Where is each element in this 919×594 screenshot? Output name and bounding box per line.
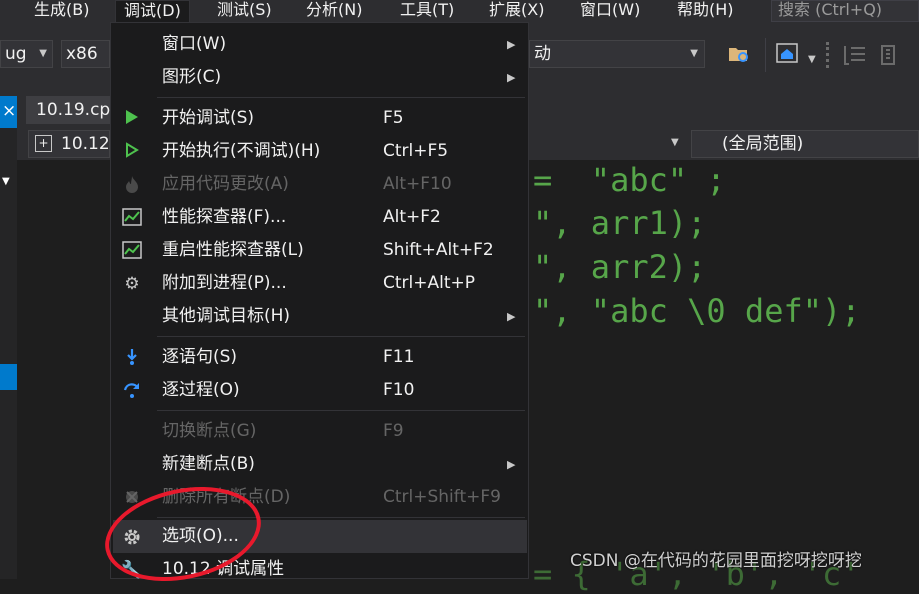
menu-item-label: 新建断点(B) xyxy=(162,454,255,474)
menu-item-shortcut: F5 xyxy=(383,108,404,128)
submenu-arrow-icon: ▶ xyxy=(507,71,516,84)
tab-file[interactable]: 10.19.cp xyxy=(26,96,111,124)
menu-item-shortcut: Shift+Alt+F2 xyxy=(383,240,494,260)
performance-chart-icon xyxy=(121,208,143,228)
menu-item-label: 附加到进程(P)... xyxy=(162,273,287,293)
menu-extensions[interactable]: 扩展(X) xyxy=(481,0,552,22)
chevron-down-icon[interactable]: ▼ xyxy=(671,137,679,148)
watermark: CSDN @在代码的花园里面挖呀挖呀挖 xyxy=(570,551,862,571)
menu-item-shortcut: Ctrl+F5 xyxy=(383,141,449,161)
menu-item-label: 切换断点(G) xyxy=(162,421,257,441)
menu-analyze[interactable]: 分析(N) xyxy=(298,0,370,22)
menu-separator xyxy=(157,410,525,411)
menu-debug-config-fragment xyxy=(0,0,8,22)
menu-item-label: 图形(C) xyxy=(162,67,222,87)
toolbar-grip xyxy=(826,42,833,68)
menu-test[interactable]: 测试(S) xyxy=(209,0,280,22)
menu-item-step-into[interactable]: 逐语句(S) F11 xyxy=(111,341,528,374)
configuration-combo[interactable]: ug ▼ xyxy=(0,40,53,68)
menu-item-shortcut: F10 xyxy=(383,380,415,400)
menu-tools[interactable]: 工具(T) xyxy=(392,0,462,22)
menu-separator xyxy=(157,97,525,98)
menu-build[interactable]: 生成(B) xyxy=(26,0,97,22)
menu-item-start-without-debugging[interactable]: 开始执行(不调试)(H) Ctrl+F5 xyxy=(111,135,528,168)
menu-item-shortcut: F9 xyxy=(383,421,404,441)
editor-gutter xyxy=(17,160,57,579)
menu-item-graphics[interactable]: 图形(C) ▶ xyxy=(111,61,528,94)
menu-item-new-breakpoint[interactable]: 新建断点(B) ▶ xyxy=(111,448,528,481)
submenu-arrow-icon: ▶ xyxy=(507,38,516,51)
toolbar-separator xyxy=(765,38,766,72)
indent-icon[interactable] xyxy=(843,44,867,66)
menu-item-other-debug-targets[interactable]: 其他调试目标(H) ▶ xyxy=(111,300,528,333)
menu-item-start-debugging[interactable]: 开始调试(S) F5 xyxy=(111,102,528,135)
menu-window[interactable]: 窗口(W) xyxy=(572,0,648,22)
menu-item-shortcut: Ctrl+Alt+P xyxy=(383,273,476,293)
submenu-arrow-icon: ▶ xyxy=(507,310,516,323)
chevron-down-icon: ▼ xyxy=(690,48,698,59)
platform-combo[interactable]: x86 xyxy=(61,40,110,68)
outdent-icon[interactable] xyxy=(880,44,904,66)
global-scope-value: (全局范围) xyxy=(722,134,804,154)
project-scope-value: 10.12 xyxy=(61,134,110,154)
close-icon[interactable]: × xyxy=(2,101,16,121)
code-line: ", arr1); xyxy=(533,204,707,242)
open-folder-icon[interactable] xyxy=(728,44,750,64)
launch-target-value: 动 xyxy=(534,44,551,64)
menu-item-shortcut: Ctrl+Shift+F9 xyxy=(383,487,501,507)
menu-item-label: 其他调试目标(H) xyxy=(162,306,291,326)
flame-icon xyxy=(121,175,143,195)
gears-icon: ⚙ xyxy=(124,274,140,294)
launch-target-combo[interactable]: 动 ▼ xyxy=(529,40,705,68)
selected-item-highlight xyxy=(0,364,17,390)
menu-item-toggle-breakpoint: 切换断点(G) F9 xyxy=(111,415,528,448)
menu-item-label: 开始执行(不调试)(H) xyxy=(162,141,321,161)
menu-item-shortcut: Alt+F2 xyxy=(383,207,441,227)
search-input[interactable]: 搜索 (Ctrl+Q) xyxy=(771,0,919,22)
project-scope-combo[interactable]: + 10.12 xyxy=(28,130,110,158)
menu-debug[interactable]: 调试(D) xyxy=(115,0,190,22)
menu-item-label: 应用代码更改(A) xyxy=(162,174,289,194)
code-line: = "abc" ; xyxy=(533,161,726,199)
global-scope-combo[interactable]: (全局范围) xyxy=(691,130,919,158)
chevron-down-icon: ▼ xyxy=(39,48,47,59)
menu-item-shortcut: F11 xyxy=(383,347,415,367)
menu-item-windows[interactable]: 窗口(W) ▶ xyxy=(111,28,528,61)
menu-item-label: 开始调试(S) xyxy=(162,108,255,128)
menu-item-relaunch-profiler[interactable]: 重启性能探查器(L) Shift+Alt+F2 xyxy=(111,234,528,267)
chevron-down-icon[interactable]: ▼ xyxy=(808,54,816,65)
home-icon[interactable] xyxy=(776,43,798,63)
chevron-down-icon[interactable]: ▼ xyxy=(2,176,10,187)
menu-item-attach-to-process[interactable]: ⚙ 附加到进程(P)... Ctrl+Alt+P xyxy=(111,267,528,300)
play-outline-icon xyxy=(121,142,143,162)
code-line: ", "abc \0 def"); xyxy=(533,292,861,330)
menu-help[interactable]: 帮助(H) xyxy=(669,0,742,22)
step-over-icon xyxy=(121,381,143,401)
menu-item-performance-profiler[interactable]: 性能探查器(F)... Alt+F2 xyxy=(111,201,528,234)
left-tool-strip: × ▼ xyxy=(0,96,17,579)
menu-item-label: 逐语句(S) xyxy=(162,347,238,367)
project-icon: + xyxy=(35,135,52,152)
performance-chart-icon xyxy=(121,241,143,261)
menu-item-label: 重启性能探查器(L) xyxy=(162,240,304,260)
menu-item-label: 逐过程(O) xyxy=(162,380,240,400)
menu-item-label: 性能探查器(F)... xyxy=(162,207,287,227)
menu-separator xyxy=(157,336,525,337)
menu-item-shortcut: Alt+F10 xyxy=(383,174,452,194)
configuration-value: ug xyxy=(5,44,27,64)
menu-item-step-over[interactable]: 逐过程(O) F10 xyxy=(111,374,528,407)
code-line: ", arr2); xyxy=(533,248,707,286)
menu-item-label: 窗口(W) xyxy=(162,34,227,54)
platform-value: x86 xyxy=(66,44,98,64)
menu-item-apply-code-changes: 应用代码更改(A) Alt+F10 xyxy=(111,168,528,201)
step-into-icon xyxy=(121,348,143,368)
play-icon xyxy=(121,109,143,129)
submenu-arrow-icon: ▶ xyxy=(507,458,516,471)
